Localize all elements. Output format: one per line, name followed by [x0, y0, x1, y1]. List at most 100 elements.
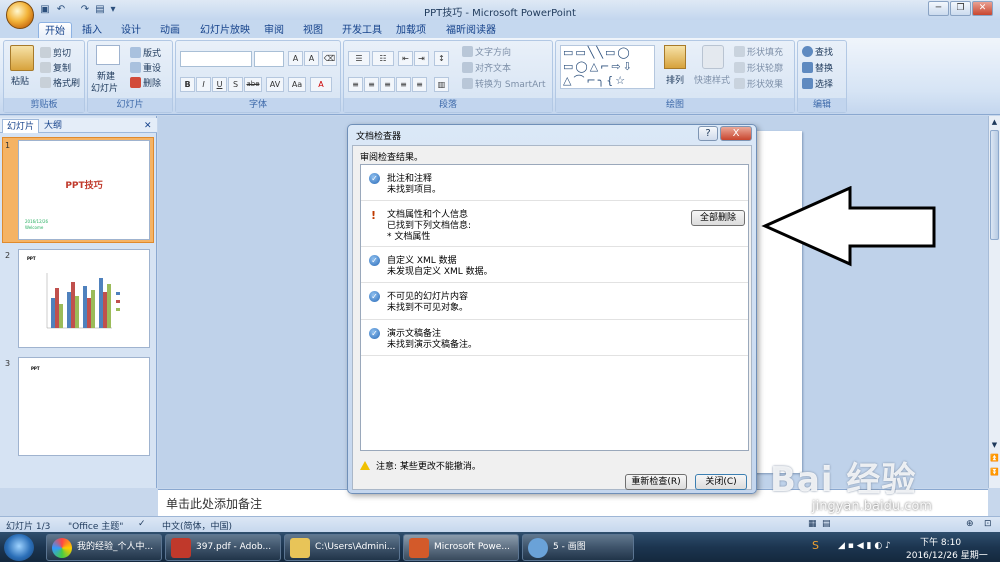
taskbar-item-explorer[interactable]: C:\Users\Admini... [284, 534, 400, 561]
group-clipboard: 粘贴 剪切 复制 格式刷 剪贴板 [3, 40, 85, 113]
shapes-gallery[interactable]: ▭▭╲╲▭◯ ▭◯△⌐⇨⇩ △⌒⌐╮{☆ [560, 45, 655, 89]
scroll-thumb[interactable] [990, 130, 999, 240]
dialog-close-x-button[interactable]: X [720, 126, 752, 141]
tray-icons[interactable]: ◢ ▪ ◀ ▮ ◐ ♪ [838, 541, 891, 551]
paste-button[interactable]: 粘贴 [11, 74, 29, 87]
view-sorter-icon[interactable]: ▤ [822, 519, 831, 529]
scroll-down-icon[interactable]: ▼ [990, 441, 999, 451]
tab-home[interactable]: 开始 [38, 22, 72, 39]
reset-button[interactable]: 重设 [130, 61, 161, 74]
find-button[interactable]: 查找 [802, 45, 833, 58]
qat-file-icon[interactable]: ▤ [93, 3, 107, 17]
shape-effects-button[interactable]: 形状效果 [734, 77, 783, 90]
copy-button[interactable]: 复制 [40, 61, 71, 74]
decrease-indent-button[interactable]: ⇤ [398, 51, 413, 66]
select-button[interactable]: 选择 [802, 77, 833, 90]
next-slide-icon[interactable]: ⏬ [990, 468, 999, 478]
cut-button[interactable]: 剪切 [40, 46, 71, 59]
zoom-in-icon[interactable]: ⊕ [966, 519, 974, 529]
line-spacing-button[interactable]: ↕ [434, 51, 449, 66]
close-window-button[interactable]: ✕ [972, 1, 993, 16]
replace-icon [802, 62, 813, 73]
align-center-button[interactable]: ≡ [364, 77, 379, 92]
shrink-font-button[interactable]: A [304, 51, 319, 66]
smartart-button[interactable]: 转换为 SmartArt [462, 77, 545, 90]
undo-icon[interactable]: ↶ [54, 3, 68, 17]
view-normal-icon[interactable]: ▦ [808, 519, 817, 529]
tab-review[interactable]: 审阅 [258, 22, 290, 39]
tab-addins[interactable]: 加载项 [390, 22, 432, 39]
scroll-up-icon[interactable]: ▲ [990, 118, 999, 128]
vertical-scrollbar[interactable]: ▲ ▼ ⏫ ⏬ [988, 116, 1000, 488]
arrange-button[interactable]: 排列 [666, 73, 684, 86]
redo-icon[interactable]: ↷ [78, 3, 92, 17]
distributed-button[interactable]: ≡ [412, 77, 427, 92]
text-direction-button[interactable]: 文字方向 [462, 45, 511, 58]
shape-fill-button[interactable]: 形状填充 [734, 45, 783, 58]
dialog-help-button[interactable]: ? [698, 126, 718, 141]
italic-button[interactable]: I [196, 77, 211, 92]
tab-animation[interactable]: 动画 [154, 22, 186, 39]
status-language[interactable]: 中文(简体，中国) [162, 519, 232, 532]
justify-button[interactable]: ≡ [396, 77, 411, 92]
grow-font-button[interactable]: A [288, 51, 303, 66]
title-bar: PPT技巧 - Microsoft PowerPoint [0, 0, 1000, 20]
delete-button[interactable]: 删除 [130, 76, 161, 89]
office-button[interactable] [6, 1, 34, 29]
close-pane-icon[interactable]: ✕ [140, 119, 156, 133]
bold-button[interactable]: B [180, 77, 195, 92]
columns-button[interactable]: ▥ [434, 77, 449, 92]
change-case-button[interactable]: Aa [288, 77, 306, 92]
align-right-button[interactable]: ≡ [380, 77, 395, 92]
taskbar-item-powerpoint[interactable]: Microsoft Powe... [403, 534, 519, 561]
taskbar-item-pdf[interactable]: 397.pdf - Adob... [165, 534, 281, 561]
close-dialog-button[interactable]: 关闭(C) [695, 474, 747, 490]
font-name-combo[interactable] [180, 51, 252, 67]
new-slide-button-2[interactable]: 幻灯片 [91, 81, 118, 94]
align-text-button[interactable]: 对齐文本 [462, 61, 511, 74]
slide-thumb-2[interactable]: PPT [18, 249, 150, 348]
layout-button[interactable]: 版式 [130, 46, 161, 59]
slide-thumb-3[interactable]: PPT [18, 357, 150, 456]
tab-slides[interactable]: 幻灯片 [2, 119, 40, 133]
tab-slideshow[interactable]: 幻灯片放映 [194, 22, 256, 39]
delete-label: 删除 [143, 79, 162, 89]
save-icon[interactable]: ▣ [38, 3, 52, 17]
slide-thumb-1[interactable]: PPT技巧 2016/12/26 Welcome [18, 140, 150, 240]
recheck-button[interactable]: 重新检查(R) [625, 474, 687, 490]
tab-developer[interactable]: 开发工具 [336, 22, 388, 39]
tab-foxit[interactable]: 福昕阅读器 [440, 22, 502, 39]
spellcheck-icon[interactable]: ✓ [138, 519, 146, 529]
increase-indent-button[interactable]: ⇥ [414, 51, 429, 66]
remove-all-button[interactable]: 全部删除 [691, 210, 745, 226]
clear-format-button[interactable]: ⌫ [322, 51, 337, 66]
tray-ime-icon[interactable]: S [812, 539, 819, 552]
taskbar-item-browser[interactable]: 我的经验_个人中... [46, 534, 162, 561]
tab-outline[interactable]: 大纲 [40, 119, 66, 133]
warning-exclamation-icon: ! [371, 209, 377, 222]
quick-styles-button[interactable]: 快速样式 [694, 73, 730, 86]
bullets-button[interactable]: ☰ [348, 51, 370, 66]
underline-button[interactable]: U [212, 77, 227, 92]
tab-view[interactable]: 视图 [297, 22, 329, 39]
shadow-button[interactable]: S [228, 77, 243, 92]
prev-slide-icon[interactable]: ⏫ [990, 454, 999, 464]
qat-dropdown-icon[interactable]: ▾ [106, 3, 120, 17]
strikethrough-button[interactable]: abe [244, 77, 262, 92]
shape-outline-button[interactable]: 形状轮廓 [734, 61, 783, 74]
numbering-button[interactable]: ☷ [372, 51, 394, 66]
restore-button[interactable]: ❐ [950, 1, 971, 16]
font-color-button[interactable]: A [310, 77, 332, 92]
align-left-button[interactable]: ≡ [348, 77, 363, 92]
tab-insert[interactable]: 插入 [76, 22, 108, 39]
font-size-combo[interactable] [254, 51, 284, 67]
start-button[interactable] [4, 534, 34, 561]
arrange-icon [664, 45, 686, 69]
replace-button[interactable]: 替换 [802, 61, 833, 74]
tab-design[interactable]: 设计 [115, 22, 147, 39]
taskbar-item-paint[interactable]: 5 - 画图 [522, 534, 634, 561]
format-painter-button[interactable]: 格式刷 [40, 76, 80, 89]
char-spacing-button[interactable]: AV [266, 77, 284, 92]
fit-window-icon[interactable]: ⊡ [984, 519, 992, 529]
minimize-button[interactable]: ─ [928, 1, 949, 16]
